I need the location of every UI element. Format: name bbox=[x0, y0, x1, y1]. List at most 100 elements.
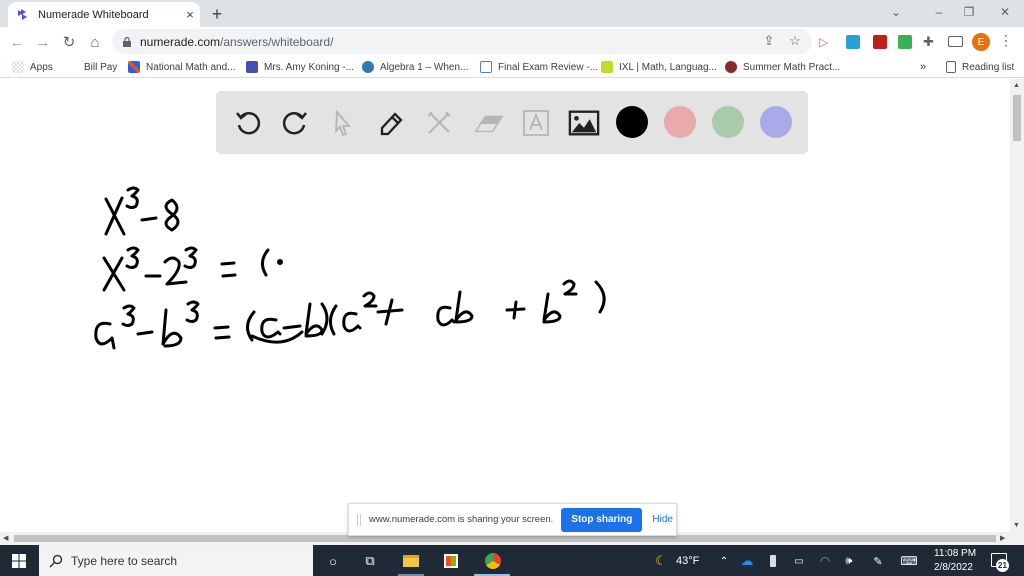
cast-icon[interactable] bbox=[948, 36, 963, 47]
scroll-up-arrow-icon[interactable]: ▲ bbox=[1013, 82, 1020, 89]
start-button[interactable] bbox=[0, 545, 38, 576]
tab-numerade-whiteboard[interactable]: Numerade Whiteboard × bbox=[8, 2, 200, 27]
apps-grid-icon bbox=[12, 61, 24, 73]
image-icon bbox=[568, 110, 600, 136]
bookmarks-overflow-button[interactable]: » bbox=[920, 59, 926, 75]
eraser-button[interactable] bbox=[472, 107, 504, 139]
weather-temperature[interactable]: 43°F bbox=[676, 555, 699, 567]
eraser-icon bbox=[474, 115, 504, 133]
task-view-icon[interactable]: ⧉ bbox=[361, 552, 379, 570]
address-bar[interactable]: numerade.com/answers/whiteboard/ bbox=[112, 29, 812, 54]
onedrive-icon[interactable]: ☁ bbox=[738, 552, 756, 570]
bookmark-algebra-1[interactable]: Algebra 1 – When... bbox=[362, 59, 468, 75]
clock-date[interactable]: 2/8/2022 bbox=[934, 562, 973, 573]
drag-handle-icon[interactable] bbox=[357, 513, 361, 526]
select-tool-button[interactable] bbox=[327, 107, 359, 139]
battery-icon[interactable]: ▭ bbox=[790, 552, 808, 570]
undo-icon bbox=[236, 112, 261, 135]
image-tool-button[interactable] bbox=[568, 107, 600, 139]
extensions-puzzle-icon[interactable]: ✚ bbox=[923, 35, 937, 49]
bookmark-mrs-amy-koning[interactable]: Mrs. Amy Koning -... bbox=[246, 59, 354, 75]
bookmark-summer-math[interactable]: Summer Math Pract... bbox=[725, 59, 840, 75]
extension-pdf-icon[interactable] bbox=[873, 35, 887, 49]
undo-button[interactable] bbox=[232, 107, 264, 139]
notifications-button[interactable]: 21 bbox=[990, 551, 1009, 572]
show-hidden-icons-chevron-icon[interactable]: ⌃ bbox=[715, 552, 733, 570]
color-black-swatch[interactable] bbox=[616, 106, 648, 138]
file-explorer-icon[interactable] bbox=[402, 552, 420, 570]
close-window-button[interactable]: ✕ bbox=[988, 0, 1022, 24]
share-icon[interactable]: ⇪ bbox=[761, 33, 777, 49]
windows-taskbar: Type here to search ○ ⧉ ☾ 43°F ⌃ ☁ ▭ ◠ 🕪… bbox=[0, 545, 1024, 576]
ixl-icon bbox=[601, 61, 613, 73]
bookmark-label: Summer Math Pract... bbox=[743, 61, 841, 73]
tab-title: Numerade Whiteboard bbox=[38, 8, 149, 21]
cortana-icon[interactable]: ○ bbox=[324, 552, 342, 570]
bookmark-label: Algebra 1 – When... bbox=[380, 61, 469, 73]
bookmark-star-icon[interactable]: ☆ bbox=[787, 33, 803, 49]
scroll-left-arrow-icon[interactable]: ◀ bbox=[3, 534, 8, 542]
chrome-taskbar-icon[interactable] bbox=[484, 552, 502, 570]
stop-sharing-button[interactable]: Stop sharing bbox=[561, 507, 643, 532]
pen-tool-button[interactable] bbox=[375, 107, 407, 139]
bookmark-label: Final Exam Review -... bbox=[498, 61, 599, 73]
tools-button[interactable] bbox=[423, 107, 455, 139]
taskbar-search-box[interactable]: Type here to search bbox=[39, 545, 313, 576]
search-icon bbox=[49, 554, 63, 568]
lock-icon bbox=[123, 36, 131, 47]
bookmark-bill-pay[interactable]: Bill Pay bbox=[84, 59, 117, 75]
home-button[interactable]: ⌂ bbox=[84, 31, 106, 53]
bookmark-ixl[interactable]: IXL | Math, Languag... bbox=[601, 59, 717, 75]
back-button[interactable]: ← bbox=[6, 31, 28, 53]
tools-icon bbox=[427, 111, 451, 134]
forward-button[interactable]: → bbox=[32, 31, 54, 53]
extension-cast-icon[interactable]: ▷ bbox=[819, 35, 833, 49]
reading-list-button[interactable]: Reading list bbox=[946, 59, 1014, 75]
bookmark-label: Mrs. Amy Koning -... bbox=[264, 61, 355, 73]
bookmark-label: IXL | Math, Languag... bbox=[619, 61, 717, 73]
bookmark-national-math[interactable]: National Math and... bbox=[128, 59, 236, 75]
redo-button[interactable] bbox=[279, 107, 311, 139]
touch-keyboard-icon[interactable]: ⌨ bbox=[900, 552, 918, 570]
tab-search-button[interactable]: ⌄ bbox=[879, 0, 913, 24]
extension-cloud-icon[interactable] bbox=[846, 35, 860, 49]
bookmark-label: Apps bbox=[30, 61, 53, 73]
profile-avatar[interactable]: E bbox=[972, 33, 990, 51]
bookmark-apps[interactable]: Apps bbox=[12, 59, 53, 75]
new-tab-button[interactable]: + bbox=[206, 4, 228, 24]
color-green-swatch[interactable] bbox=[712, 106, 744, 138]
vertical-scroll-thumb[interactable] bbox=[1013, 95, 1021, 141]
extension-green-icon[interactable] bbox=[898, 35, 912, 49]
minimize-button[interactable]: – bbox=[922, 0, 956, 24]
text-tool-button[interactable] bbox=[520, 107, 552, 139]
summer-math-icon bbox=[725, 61, 737, 73]
reading-list-icon bbox=[946, 61, 956, 73]
bookmark-final-exam-review[interactable]: Final Exam Review -... bbox=[480, 59, 598, 75]
national-math-icon bbox=[128, 61, 140, 73]
color-blue-swatch[interactable] bbox=[760, 106, 792, 138]
reload-button[interactable]: ↻ bbox=[58, 31, 80, 53]
wifi-icon[interactable]: ◠ bbox=[816, 552, 834, 570]
color-red-swatch[interactable] bbox=[664, 106, 696, 138]
microsoft-store-icon[interactable] bbox=[442, 552, 460, 570]
pen-workspace-icon[interactable]: ✎ bbox=[869, 552, 887, 570]
restore-button[interactable]: ❐ bbox=[952, 0, 986, 24]
sharing-message: www.numerade.com is sharing your screen. bbox=[369, 514, 554, 525]
numerade-favicon-icon bbox=[18, 8, 27, 20]
chrome-menu-button[interactable]: ⋮ bbox=[999, 32, 1013, 49]
vertical-scrollbar[interactable]: ▲ ▼ bbox=[1010, 79, 1024, 532]
scroll-right-arrow-icon[interactable]: ▶ bbox=[1000, 534, 1005, 542]
pen-icon bbox=[380, 112, 403, 136]
volume-icon[interactable]: 🕪 bbox=[840, 552, 858, 570]
handwriting-line-1 bbox=[104, 186, 180, 236]
clock-time[interactable]: 11:08 PM bbox=[934, 548, 976, 559]
reading-list-label: Reading list bbox=[962, 61, 1015, 73]
weather-moon-icon[interactable]: ☾ bbox=[652, 552, 670, 570]
handwriting-line-2 bbox=[102, 246, 283, 292]
scroll-down-arrow-icon[interactable]: ▼ bbox=[1013, 522, 1020, 529]
bookmark-label: National Math and... bbox=[146, 61, 236, 73]
tab-close-icon[interactable]: × bbox=[180, 7, 200, 22]
usb-device-icon[interactable] bbox=[764, 552, 782, 570]
hide-sharing-bar-button[interactable]: Hide bbox=[652, 514, 673, 525]
horizontal-scroll-thumb[interactable] bbox=[14, 535, 996, 542]
